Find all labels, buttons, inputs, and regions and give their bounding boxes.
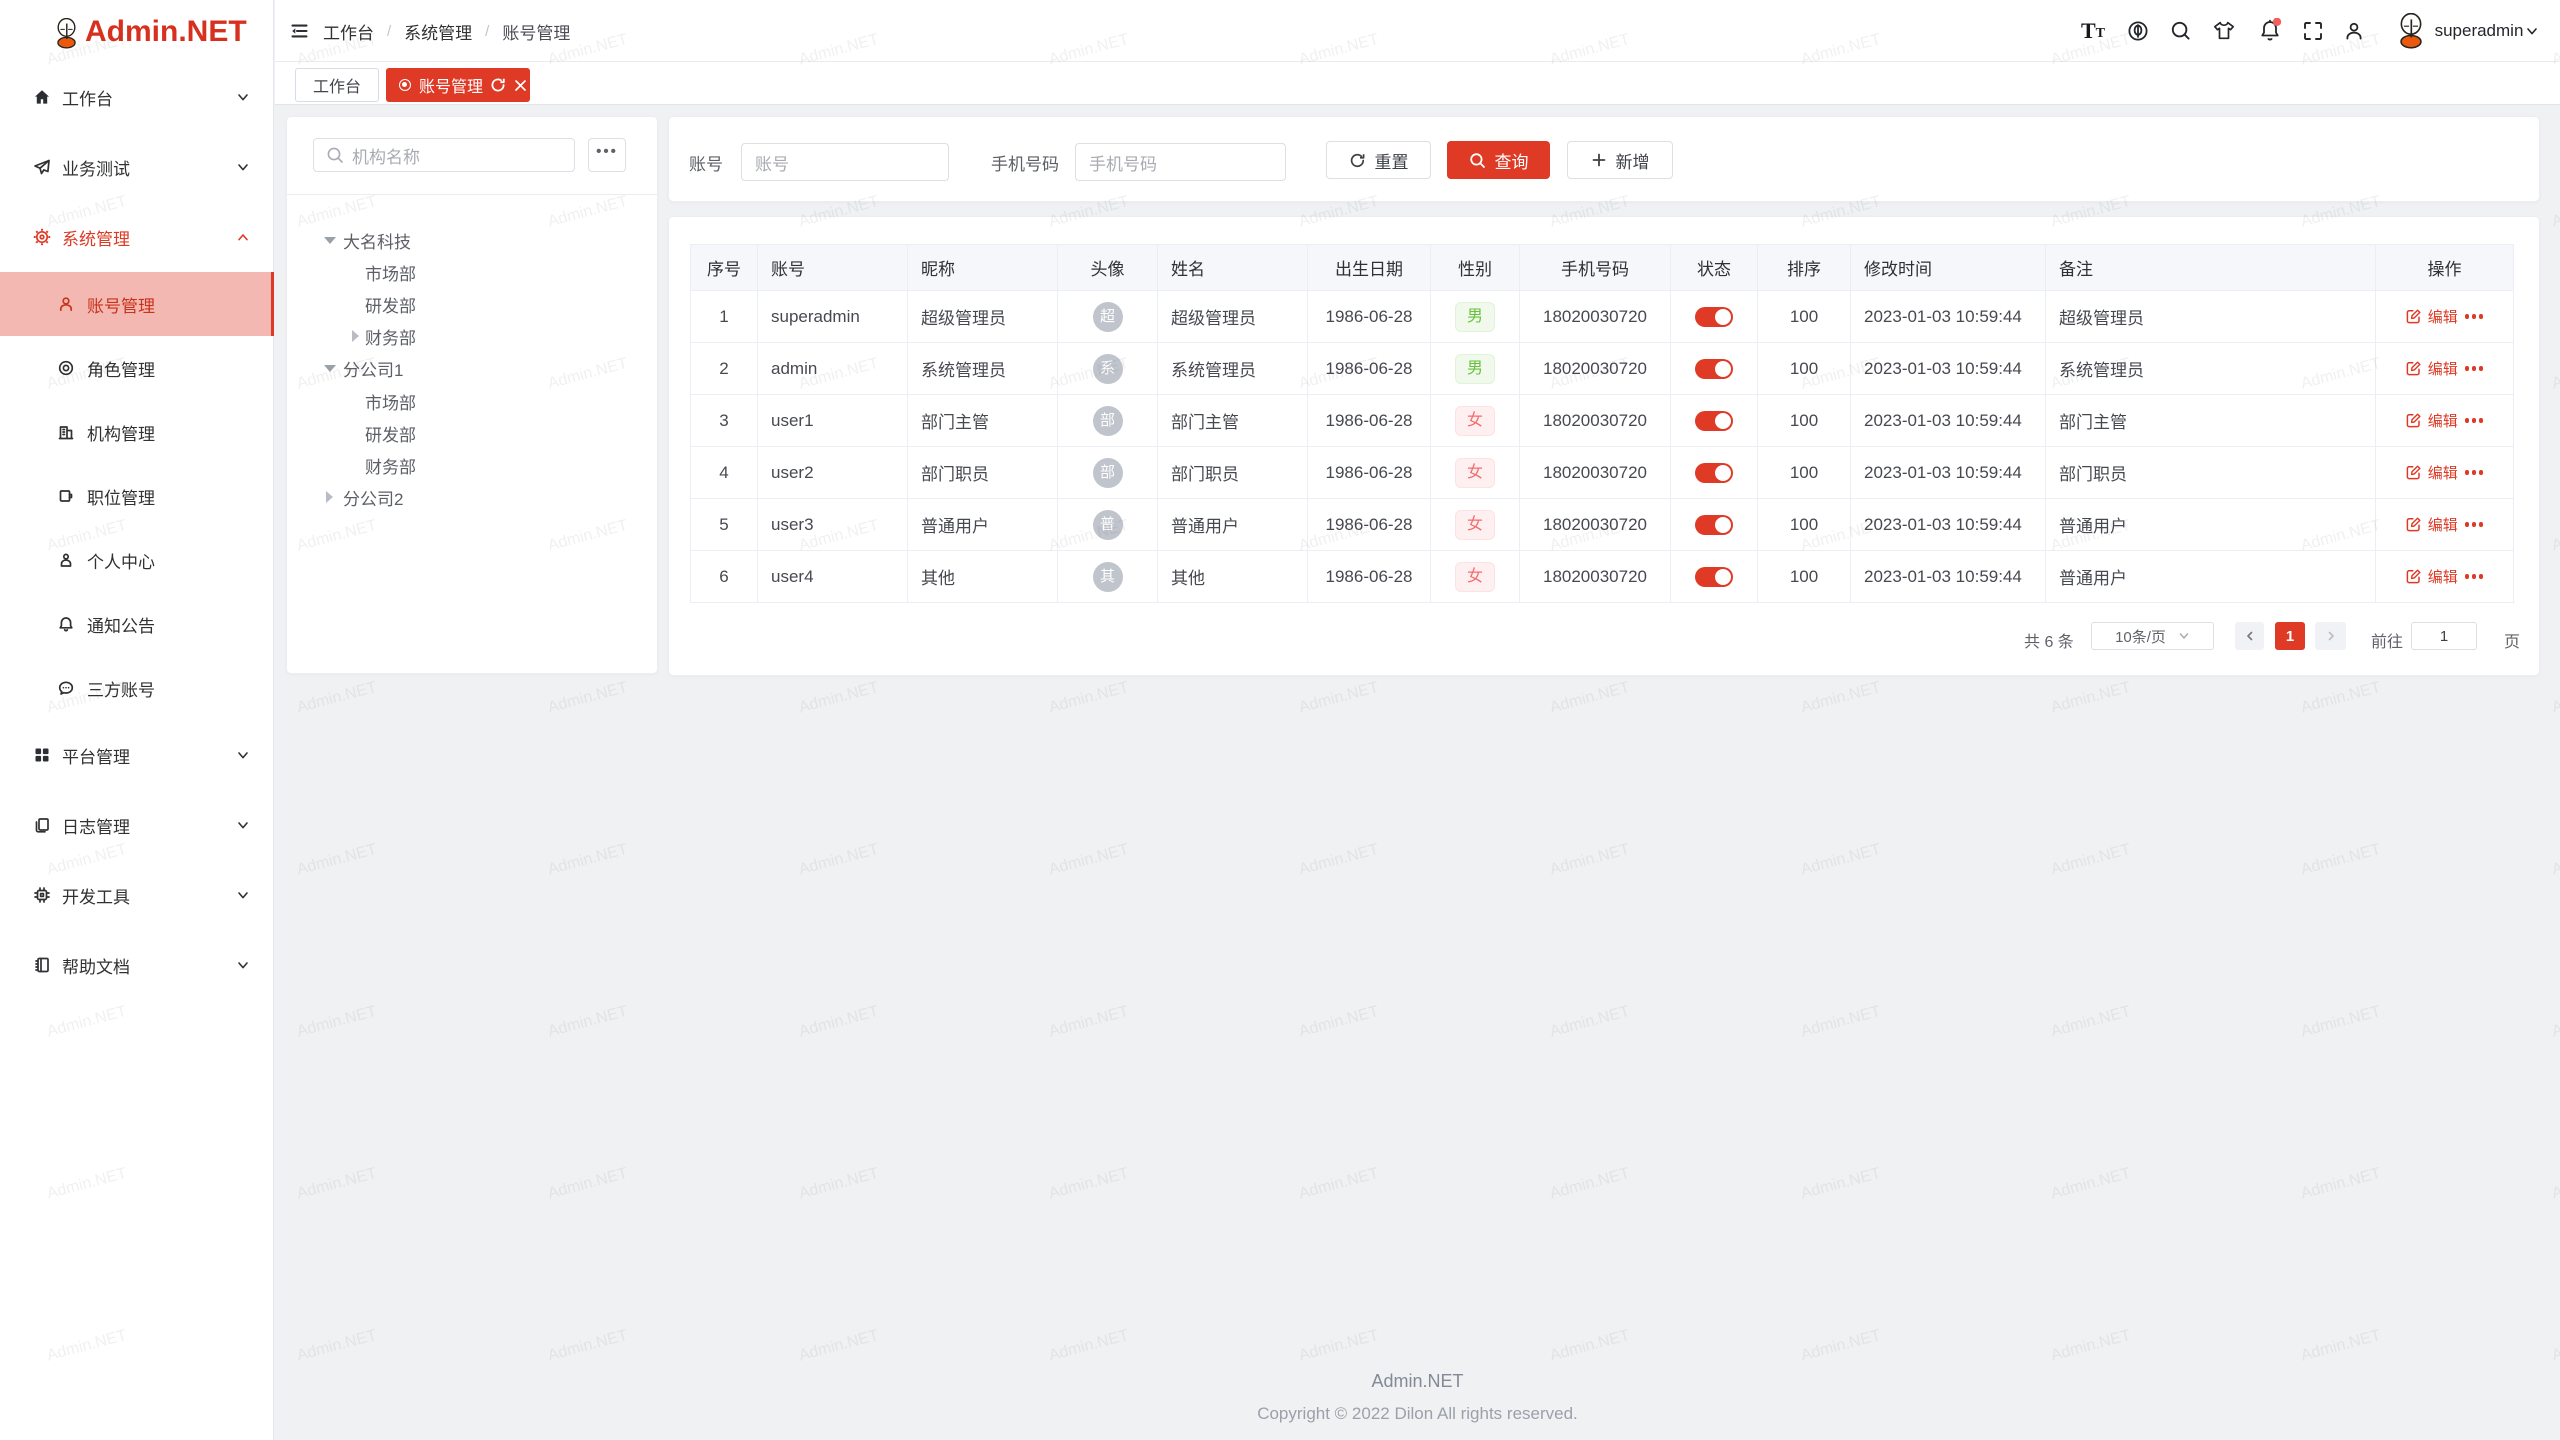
svg-text:Admin.NET: Admin.NET xyxy=(2049,1165,2133,1203)
svg-text:Admin.NET: Admin.NET xyxy=(1047,1327,1131,1365)
svg-text:Admin.NET: Admin.NET xyxy=(295,841,379,879)
svg-text:Admin.NET: Admin.NET xyxy=(797,1003,881,1041)
svg-text:Admin.NET: Admin.NET xyxy=(1799,679,1883,717)
svg-text:Admin.NET: Admin.NET xyxy=(1297,1003,1381,1041)
svg-text:Admin.NET: Admin.NET xyxy=(1548,679,1632,717)
svg-text:Admin.NET: Admin.NET xyxy=(2299,1327,2383,1365)
svg-text:Admin.NET: Admin.NET xyxy=(1548,1327,1632,1365)
svg-text:Admin.NET: Admin.NET xyxy=(2550,841,2560,879)
svg-text:Admin.NET: Admin.NET xyxy=(2299,841,2383,879)
svg-text:Admin.NET: Admin.NET xyxy=(1297,1327,1381,1365)
svg-text:Admin.NET: Admin.NET xyxy=(797,1327,881,1365)
svg-text:Admin.NET: Admin.NET xyxy=(2550,1327,2560,1365)
svg-text:Admin.NET: Admin.NET xyxy=(1799,1327,1883,1365)
svg-text:Admin.NET: Admin.NET xyxy=(1297,679,1381,717)
svg-text:Admin.NET: Admin.NET xyxy=(1799,1003,1883,1041)
svg-text:Admin.NET: Admin.NET xyxy=(2550,679,2560,717)
svg-text:Admin.NET: Admin.NET xyxy=(2550,1165,2560,1203)
svg-text:Admin.NET: Admin.NET xyxy=(2299,1003,2383,1041)
svg-text:Admin.NET: Admin.NET xyxy=(2049,679,2133,717)
svg-text:Admin.NET: Admin.NET xyxy=(295,679,379,717)
svg-text:Admin.NET: Admin.NET xyxy=(1799,841,1883,879)
svg-text:Admin.NET: Admin.NET xyxy=(546,1327,630,1365)
svg-text:Admin.NET: Admin.NET xyxy=(1297,1165,1381,1203)
svg-text:Admin.NET: Admin.NET xyxy=(797,1165,881,1203)
svg-text:Admin.NET: Admin.NET xyxy=(2049,1327,2133,1365)
svg-text:Admin.NET: Admin.NET xyxy=(295,1165,379,1203)
svg-text:Admin.NET: Admin.NET xyxy=(797,679,881,717)
svg-text:Admin.NET: Admin.NET xyxy=(1548,1003,1632,1041)
svg-text:Admin.NET: Admin.NET xyxy=(2550,193,2560,231)
svg-text:Admin.NET: Admin.NET xyxy=(1799,1165,1883,1203)
svg-text:Admin.NET: Admin.NET xyxy=(295,1327,379,1365)
svg-text:Admin.NET: Admin.NET xyxy=(1047,1165,1131,1203)
svg-text:Admin.NET: Admin.NET xyxy=(546,841,630,879)
svg-text:Admin.NET: Admin.NET xyxy=(2299,1165,2383,1203)
svg-text:Admin.NET: Admin.NET xyxy=(295,1003,379,1041)
svg-text:Admin.NET: Admin.NET xyxy=(1047,1003,1131,1041)
svg-text:Admin.NET: Admin.NET xyxy=(2550,1003,2560,1041)
svg-text:Admin.NET: Admin.NET xyxy=(2049,841,2133,879)
svg-text:Admin.NET: Admin.NET xyxy=(797,841,881,879)
svg-text:Admin.NET: Admin.NET xyxy=(2049,1003,2133,1041)
svg-text:Admin.NET: Admin.NET xyxy=(1548,1165,1632,1203)
svg-text:Admin.NET: Admin.NET xyxy=(546,679,630,717)
svg-text:Admin.NET: Admin.NET xyxy=(2550,517,2560,555)
svg-text:Admin.NET: Admin.NET xyxy=(2550,355,2560,393)
svg-text:Admin.NET: Admin.NET xyxy=(1047,841,1131,879)
svg-text:Admin.NET: Admin.NET xyxy=(1297,841,1381,879)
svg-text:Admin.NET: Admin.NET xyxy=(2299,679,2383,717)
svg-text:Admin.NET: Admin.NET xyxy=(546,1165,630,1203)
svg-text:Admin.NET: Admin.NET xyxy=(1047,679,1131,717)
svg-text:Admin.NET: Admin.NET xyxy=(546,1003,630,1041)
svg-text:Admin.NET: Admin.NET xyxy=(1548,841,1632,879)
